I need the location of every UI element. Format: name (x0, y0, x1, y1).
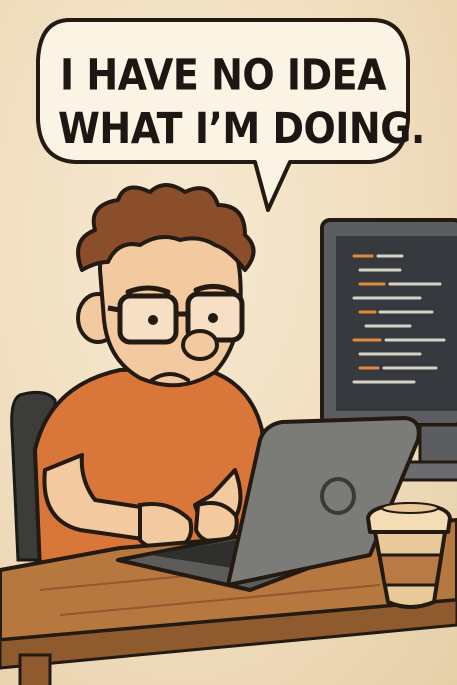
character (33, 183, 272, 572)
comic-panel: I HAVE NO IDEA WHAT I’M DOING. (0, 0, 457, 685)
speech-bubble-text: I HAVE NO IDEA WHAT I’M DOING. (58, 48, 425, 156)
face (76, 183, 256, 388)
speech-line-1: I HAVE NO IDEA (60, 50, 386, 100)
speech-line-2: WHAT I’M DOING. (58, 104, 425, 154)
glasses (107, 291, 245, 345)
